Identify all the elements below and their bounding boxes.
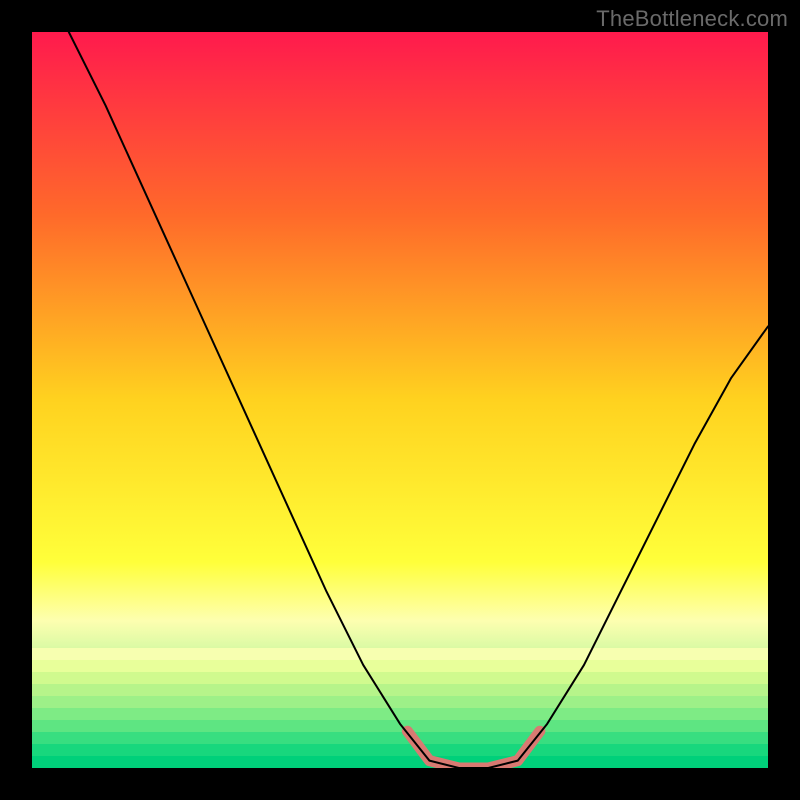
bottleneck-chart	[0, 0, 800, 800]
watermark-text: TheBottleneck.com	[596, 6, 788, 32]
chart-frame: TheBottleneck.com	[0, 0, 800, 800]
bottom-stripes	[32, 648, 768, 769]
